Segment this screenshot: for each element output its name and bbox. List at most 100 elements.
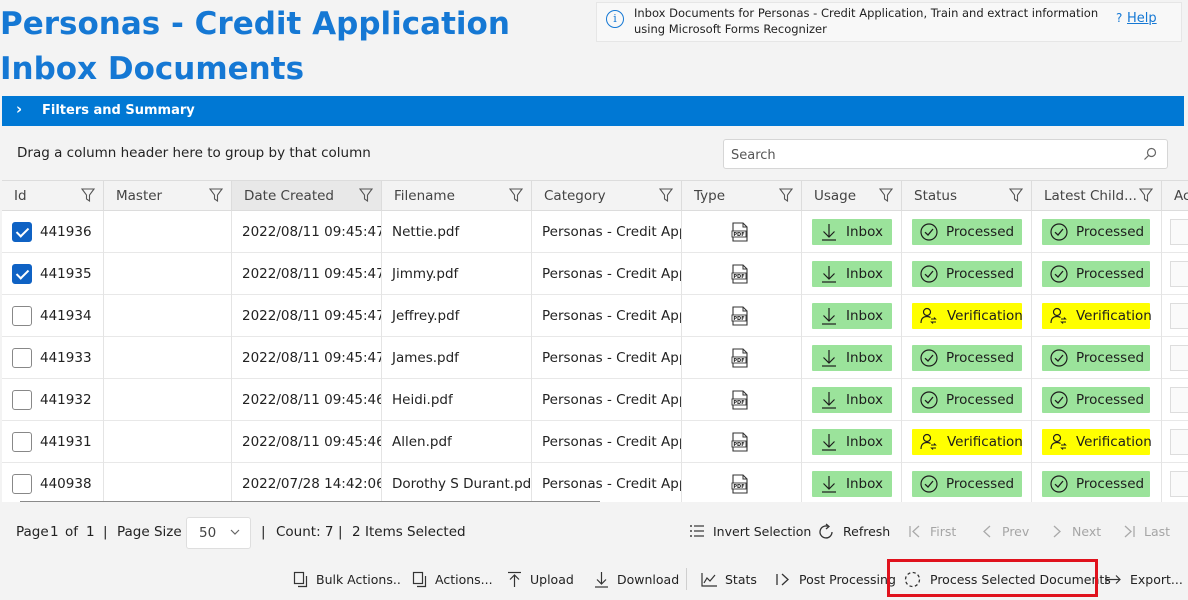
help-link[interactable]: Help: [1127, 11, 1157, 26]
next-page-button[interactable]: Next: [1050, 523, 1102, 543]
pdf-file-icon: PDF: [731, 264, 748, 284]
row-action-button[interactable]: [1170, 345, 1188, 371]
page-size-select[interactable]: 50: [186, 517, 251, 549]
cell-usage: Inbox: [802, 211, 902, 253]
filter-icon[interactable]: [209, 188, 223, 202]
filter-icon[interactable]: [509, 188, 523, 202]
first-page-button[interactable]: First: [908, 523, 958, 543]
filters-summary-toggle[interactable]: › Filters and Summary: [2, 96, 1184, 126]
column-header-filename[interactable]: Filename: [382, 181, 532, 211]
search-input[interactable]: [731, 145, 1131, 165]
filter-icon[interactable]: [81, 188, 95, 202]
cell-actions: [1162, 253, 1188, 295]
row-select-checkbox[interactable]: [12, 306, 32, 326]
column-header-status[interactable]: Status: [902, 181, 1032, 211]
filter-icon[interactable]: [1009, 188, 1023, 202]
column-header-master[interactable]: Master: [104, 181, 232, 211]
usage-badge: Inbox: [812, 345, 892, 371]
pager-separator: |: [103, 524, 108, 540]
filter-icon[interactable]: [659, 188, 673, 202]
table-row[interactable]: 440938 2022/07/28 14:42:06 Dorothy S Duran…: [2, 463, 1188, 502]
cell-date-created: 2022/08/11 09:45:47: [232, 337, 382, 379]
table-row[interactable]: 441931 2022/08/11 09:45:46 Allen.pdf Person…: [2, 421, 1188, 463]
page-label: Page: [16, 524, 49, 540]
column-header-latest-child[interactable]: Latest Child...: [1032, 181, 1162, 211]
row-filename[interactable]: Heidi.pdf: [392, 379, 453, 421]
column-header-id[interactable]: Id: [2, 181, 104, 211]
row-select-checkbox[interactable]: [12, 390, 32, 410]
filter-icon[interactable]: [879, 188, 893, 202]
table-row[interactable]: 441934 2022/08/11 09:45:47 Jeffrey.pdf Pers…: [2, 295, 1188, 337]
cell-filename: Nettie.pdf: [382, 211, 532, 253]
latest-child-badge: Verification: [1042, 429, 1152, 455]
row-action-button[interactable]: [1170, 471, 1188, 497]
refresh-button[interactable]: Refresh: [818, 523, 890, 543]
row-action-button[interactable]: [1170, 429, 1188, 455]
cell-status: Verification: [902, 421, 1032, 463]
row-category: Personas - Credit Application: [542, 266, 681, 282]
invert-selection-button[interactable]: Invert Selection: [689, 523, 811, 543]
row-action-button[interactable]: [1170, 219, 1188, 245]
filter-icon[interactable]: [359, 188, 373, 202]
column-header-usage[interactable]: Usage: [802, 181, 902, 211]
chevron-right-icon: [1053, 525, 1061, 538]
row-filename[interactable]: Nettie.pdf: [392, 211, 459, 253]
info-text: Inbox Documents for Personas - Credit Ap…: [634, 6, 1099, 36]
filter-icon[interactable]: [1139, 188, 1153, 202]
row-select-checkbox[interactable]: [12, 432, 32, 452]
post-processing-button[interactable]: Post Processing: [775, 571, 896, 591]
export-button[interactable]: Export...: [1105, 571, 1183, 591]
latest-child-label: Processed: [1076, 350, 1145, 366]
filter-icon[interactable]: [779, 188, 793, 202]
row-select-checkbox[interactable]: [12, 222, 32, 242]
check-circle-icon: [1050, 265, 1068, 283]
cell-id: 441935: [2, 253, 104, 295]
cell-usage: Inbox: [802, 463, 902, 502]
column-header-date-created[interactable]: Date Created: [232, 181, 382, 211]
upload-button[interactable]: Upload: [507, 571, 574, 591]
chevron-left-icon: [983, 525, 991, 538]
table-row[interactable]: 441936 2022/08/11 09:45:47 Nettie.pdf Perso…: [2, 211, 1188, 253]
pdf-file-icon: PDF: [731, 390, 748, 410]
row-id: 441931: [40, 434, 92, 450]
status-label: Verification: [947, 308, 1023, 324]
row-select-checkbox[interactable]: [12, 264, 32, 284]
cell-usage: Inbox: [802, 421, 902, 463]
copy-icon: [293, 571, 308, 588]
cell-status: Processed: [902, 211, 1032, 253]
row-action-button[interactable]: [1170, 303, 1188, 329]
bulk-actions-button[interactable]: Bulk Actions..: [293, 571, 401, 591]
cell-date-created: 2022/08/11 09:45:47: [232, 295, 382, 337]
row-select-checkbox[interactable]: [12, 348, 32, 368]
row-date-created: 2022/08/11 09:45:46: [242, 434, 382, 450]
download-button[interactable]: Download: [594, 571, 679, 591]
group-by-drop-area[interactable]: Drag a column header here to group by th…: [17, 145, 371, 161]
prev-page-button[interactable]: Prev: [980, 523, 1030, 543]
row-action-button[interactable]: [1170, 387, 1188, 413]
row-select-checkbox[interactable]: [12, 474, 32, 494]
column-header-label: Type: [694, 188, 726, 204]
last-page-button[interactable]: Last: [1122, 523, 1172, 543]
row-filename[interactable]: Allen.pdf: [392, 421, 452, 463]
table-row[interactable]: 441932 2022/08/11 09:45:46 Heidi.pdf Person…: [2, 379, 1188, 421]
row-filename[interactable]: James.pdf: [392, 337, 459, 379]
horizontal-scrollbar[interactable]: [20, 501, 600, 502]
table-row[interactable]: 441935 2022/08/11 09:45:47 Jimmy.pdf Person…: [2, 253, 1188, 295]
column-header-type[interactable]: Type: [682, 181, 802, 211]
table-row[interactable]: 441933 2022/08/11 09:45:47 James.pdf Person…: [2, 337, 1188, 379]
search-icon[interactable]: [1143, 147, 1157, 161]
row-filename[interactable]: Jimmy.pdf: [392, 253, 458, 295]
row-filename[interactable]: Jeffrey.pdf: [392, 295, 459, 337]
row-action-button[interactable]: [1170, 261, 1188, 287]
latest-child-badge: Processed: [1042, 261, 1150, 287]
actions-button[interactable]: Actions...: [412, 571, 493, 591]
row-filename[interactable]: Dorothy S Durant.pdf: [392, 463, 531, 502]
cell-filename: Allen.pdf: [382, 421, 532, 463]
invert-selection-label: Invert Selection: [713, 524, 812, 539]
pdf-file-icon: PDF: [731, 306, 748, 326]
column-header-category[interactable]: Category: [532, 181, 682, 211]
column-header-actions[interactable]: Ac: [1162, 181, 1188, 211]
stats-button[interactable]: Stats: [701, 571, 757, 591]
chevron-down-icon: [230, 529, 240, 535]
page-total: 1: [86, 524, 95, 540]
